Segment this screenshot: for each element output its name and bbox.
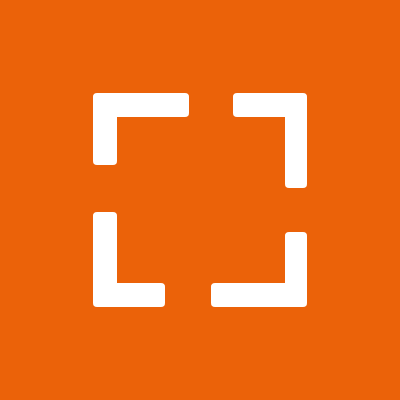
app-icon-tile [0,0,400,400]
fullscreen-frame-icon [0,0,400,400]
icon-background [0,0,400,400]
